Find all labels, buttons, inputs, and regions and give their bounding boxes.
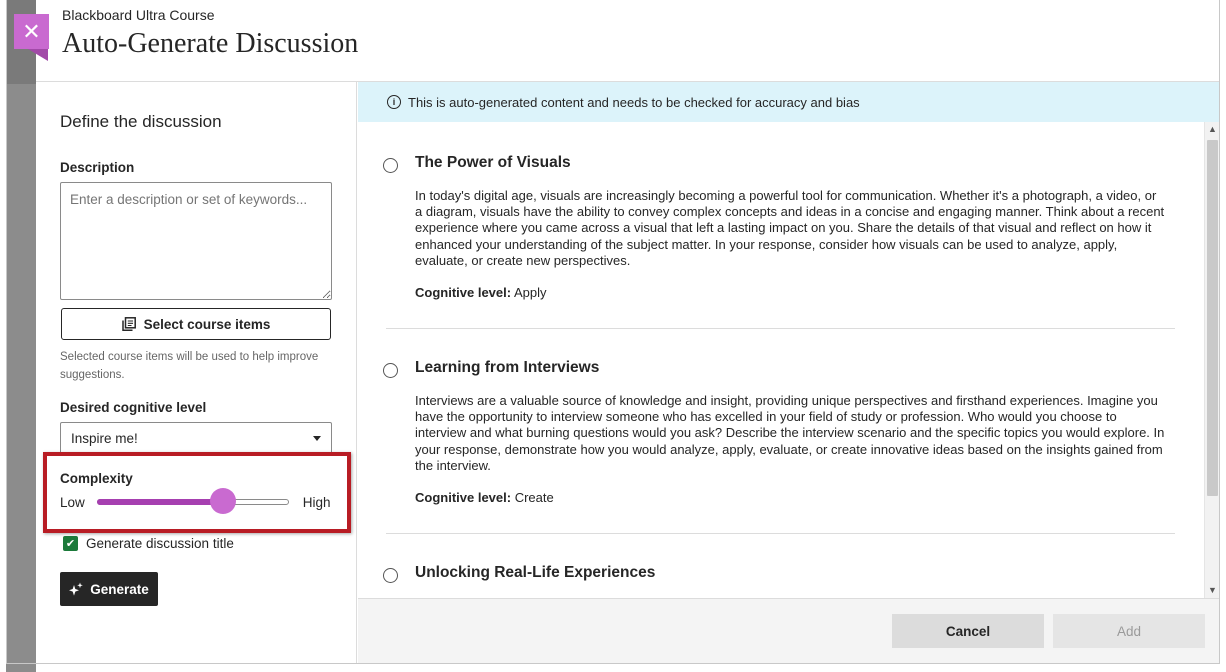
checkmark-icon: ✔ [65, 538, 76, 550]
results-list: The Power of Visuals In today's digital … [358, 122, 1204, 598]
add-button[interactable]: Add [1053, 614, 1205, 648]
complexity-slider-row: Low High [60, 488, 335, 516]
slider-low-label: Low [60, 494, 85, 510]
breadcrumb[interactable]: Blackboard Ultra Course [62, 7, 215, 23]
divider [386, 533, 1175, 534]
ai-notice-banner: i This is auto-generated content and nee… [358, 82, 1220, 122]
complexity-slider[interactable] [96, 488, 289, 514]
chevron-down-icon [313, 436, 321, 441]
result-title: Learning from Interviews [415, 359, 600, 376]
page-title: Auto-Generate Discussion [62, 28, 359, 59]
close-icon: ✕ [22, 18, 41, 44]
slider-thumb[interactable] [209, 488, 236, 514]
generate-button[interactable]: Generate [60, 572, 158, 606]
divider [386, 328, 1175, 329]
result-radio[interactable] [383, 158, 398, 173]
close-button[interactable]: ✕ [14, 14, 49, 61]
modal-footer: Cancel Add [358, 598, 1220, 664]
scroll-up-icon[interactable]: ▲ [1208, 124, 1217, 134]
results-scrollbar[interactable]: ▲ ▼ [1204, 122, 1220, 598]
generate-label: Generate [90, 581, 149, 597]
documents-icon [121, 317, 136, 331]
cognitive-level-label: Desired cognitive level [60, 400, 207, 415]
help-text: Selected course items will be used to he… [60, 351, 319, 381]
sparkle-icon [69, 582, 84, 596]
generate-title-label: Generate discussion title [86, 536, 234, 551]
scroll-thumb[interactable] [1207, 140, 1218, 496]
cancel-button[interactable]: Cancel [892, 614, 1044, 648]
results-panel: i This is auto-generated content and nee… [358, 82, 1220, 664]
panel-heading: Define the discussion [60, 112, 222, 131]
result-title: Unlocking Real-Life Experiences [415, 564, 656, 581]
select-course-items-button[interactable]: Select course items [61, 308, 331, 340]
cognitive-level-select[interactable]: Inspire me! [60, 422, 332, 455]
modal-header: Blackboard Ultra Course Auto-Generate Di… [36, 0, 1220, 82]
result-cognitive-level: Cognitive level: Create [415, 490, 554, 505]
scroll-down-icon[interactable]: ▼ [1208, 585, 1217, 595]
info-icon: i [387, 95, 401, 109]
notice-text: This is auto-generated content and needs… [408, 94, 860, 110]
result-cognitive-level: Cognitive level: Apply [415, 285, 547, 300]
generate-title-checkbox[interactable]: ✔ [63, 536, 78, 551]
result-body: Interviews are a valuable source of know… [415, 393, 1165, 473]
complexity-label: Complexity [60, 471, 133, 486]
modal-window: Blackboard Ultra Course Auto-Generate Di… [0, 0, 1226, 672]
slider-fill [96, 499, 222, 505]
description-field[interactable] [60, 182, 332, 300]
result-radio[interactable] [383, 363, 398, 378]
result-radio[interactable] [383, 568, 398, 583]
background-page-strip [6, 0, 36, 672]
generate-title-option[interactable]: ✔ Generate discussion title [63, 536, 234, 551]
slider-high-label: High [302, 494, 331, 510]
define-discussion-panel: Define the discussion Description Select… [36, 82, 357, 664]
result-body: In today's digital age, visuals are incr… [415, 188, 1165, 268]
cognitive-level-value: Inspire me! [71, 431, 138, 446]
select-course-items-label: Select course items [143, 316, 271, 332]
description-label: Description [60, 160, 135, 175]
result-title: The Power of Visuals [415, 154, 571, 171]
